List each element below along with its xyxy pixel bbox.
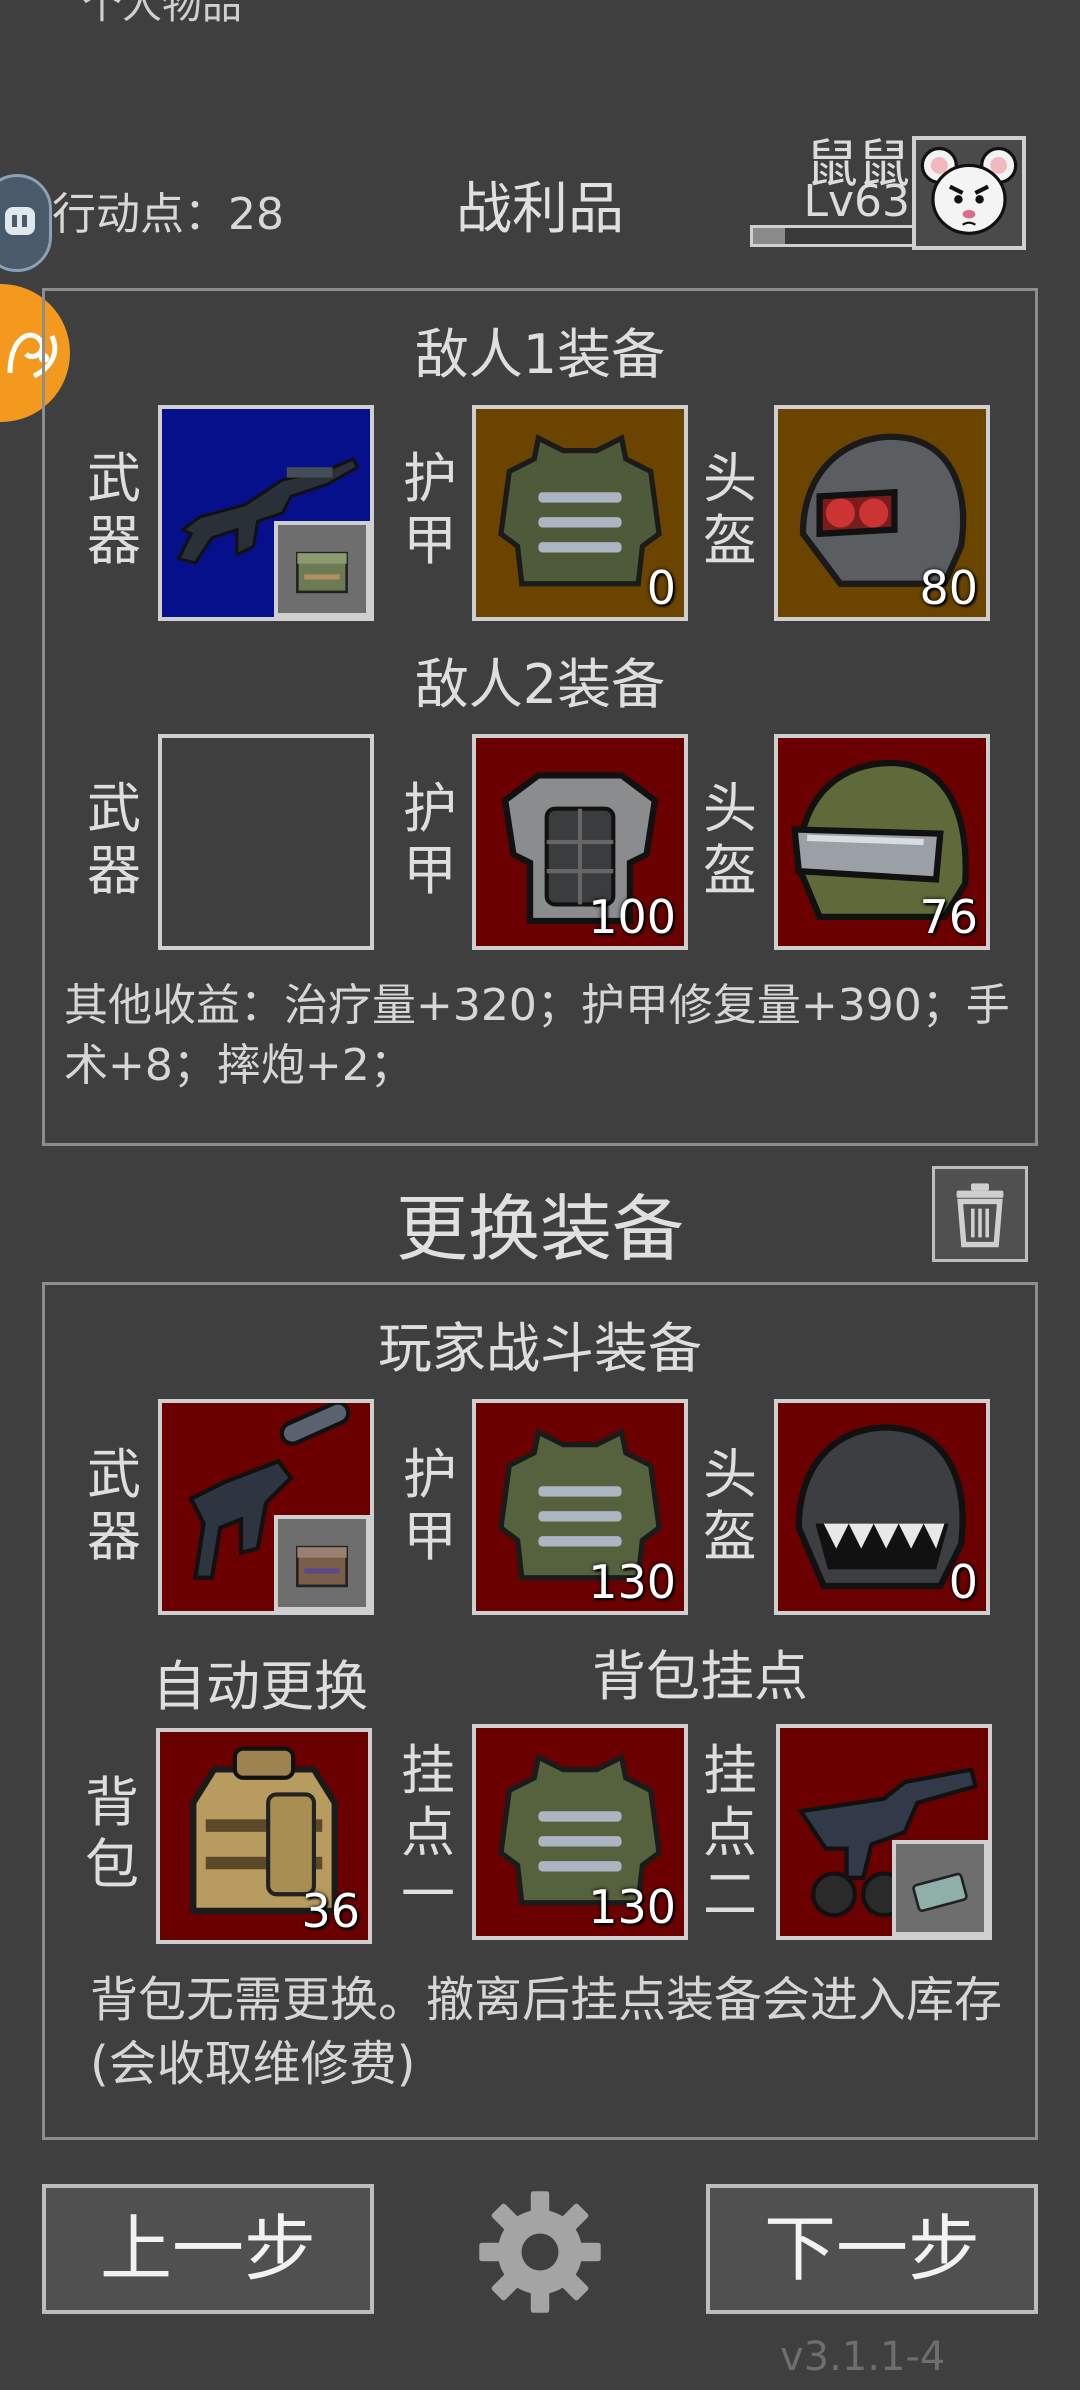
other-income-text: 其他收益：治疗量+320；护甲修复量+390；手术+8；摔炮+2； — [64, 980, 1010, 1091]
xp-bar — [750, 225, 916, 247]
enemy2-weapon-slot-empty[interactable] — [158, 734, 374, 950]
enemy1-helmet-durability: 80 — [919, 561, 978, 615]
mount-one-slot[interactable]: 130 — [472, 1724, 688, 1940]
enemy1-helmet-slot[interactable]: 80 — [774, 405, 990, 621]
gear-icon — [479, 2191, 601, 2313]
backpack-note-text: 背包无需更换。撤离后挂点装备会进入库存(会收取维修费) — [90, 1972, 1003, 2092]
weapon-label: 武器 — [87, 1443, 141, 1568]
settings-button[interactable] — [474, 2186, 606, 2318]
change-equipment-title: 更换装备 — [395, 1187, 684, 1271]
ammo-box-icon — [296, 1545, 348, 1588]
enemy1-armor-durability: 0 — [646, 561, 676, 615]
weapon-label: 武器 — [87, 777, 141, 902]
mount-one-durability: 130 — [588, 1880, 676, 1934]
enemy2-title: 敌人2装备 — [414, 653, 666, 716]
player-armor-durability: 130 — [588, 1555, 676, 1609]
chat-icon — [5, 207, 35, 235]
chat-bubble-button[interactable] — [0, 174, 52, 272]
player-weapon-slot[interactable] — [158, 1399, 374, 1615]
armor-label: 护甲 — [403, 447, 457, 572]
trash-button[interactable] — [932, 1166, 1028, 1262]
backpack-mount-title: 背包挂点 — [592, 1645, 808, 1708]
player-avatar[interactable] — [912, 136, 1026, 250]
enemy1-weapon-slot[interactable] — [158, 405, 374, 621]
weapon-label: 武器 — [87, 447, 141, 572]
version-label: v3.1.1-4 — [780, 2334, 946, 2380]
armor-label: 护甲 — [403, 777, 457, 902]
mount-one-label: 挂点一 — [401, 1739, 455, 1926]
top-cut-text: 个人物品 — [82, 0, 242, 28]
player-helmet-durability: 0 — [948, 1555, 978, 1609]
enemy2-armor-durability: 100 — [588, 890, 676, 944]
player-backpack-slot[interactable]: 36 — [156, 1728, 372, 1944]
player-helmet-slot[interactable]: 0 — [774, 1399, 990, 1615]
player-weapon-ammo-slot[interactable] — [274, 1515, 370, 1611]
auto-replace-toggle[interactable]: 自动更换 — [110, 1642, 410, 1721]
mount-two-ammo-slot[interactable] — [892, 1840, 988, 1936]
player-equipment-title: 玩家战斗装备 — [378, 1317, 702, 1380]
mount-two-label: 挂点二 — [703, 1739, 757, 1926]
player-armor-slot[interactable]: 130 — [472, 1399, 688, 1615]
xp-bar-fill — [753, 228, 785, 244]
helmet-label: 头盔 — [703, 447, 757, 572]
page-title: 战利品 — [456, 177, 624, 242]
backpack-label: 背包 — [85, 1771, 139, 1896]
trash-icon — [956, 1183, 1004, 1248]
mount-two-slot[interactable] — [776, 1724, 992, 1940]
action-points: 行动点：28 — [52, 189, 284, 240]
enemy2-helmet-slot[interactable]: 76 — [774, 734, 990, 950]
enemy1-armor-slot[interactable]: 0 — [472, 405, 688, 621]
ammo-box-icon — [296, 551, 348, 594]
mouse-avatar-icon — [920, 146, 1018, 235]
helmet-label: 头盔 — [703, 777, 757, 902]
prev-step-button[interactable]: 上一步 — [42, 2184, 374, 2314]
player-level: Lv63 — [803, 176, 910, 227]
backpack-capacity: 36 — [301, 1884, 360, 1938]
ammo-box-icon — [912, 1872, 968, 1913]
armor-label: 护甲 — [403, 1443, 457, 1568]
enemy2-helmet-durability: 76 — [919, 890, 978, 944]
enemy1-weapon-ammo-slot[interactable] — [274, 521, 370, 617]
enemy1-title: 敌人1装备 — [414, 323, 666, 386]
helmet-label: 头盔 — [703, 1443, 757, 1568]
next-step-button[interactable]: 下一步 — [706, 2184, 1038, 2314]
enemy2-armor-slot[interactable]: 100 — [472, 734, 688, 950]
